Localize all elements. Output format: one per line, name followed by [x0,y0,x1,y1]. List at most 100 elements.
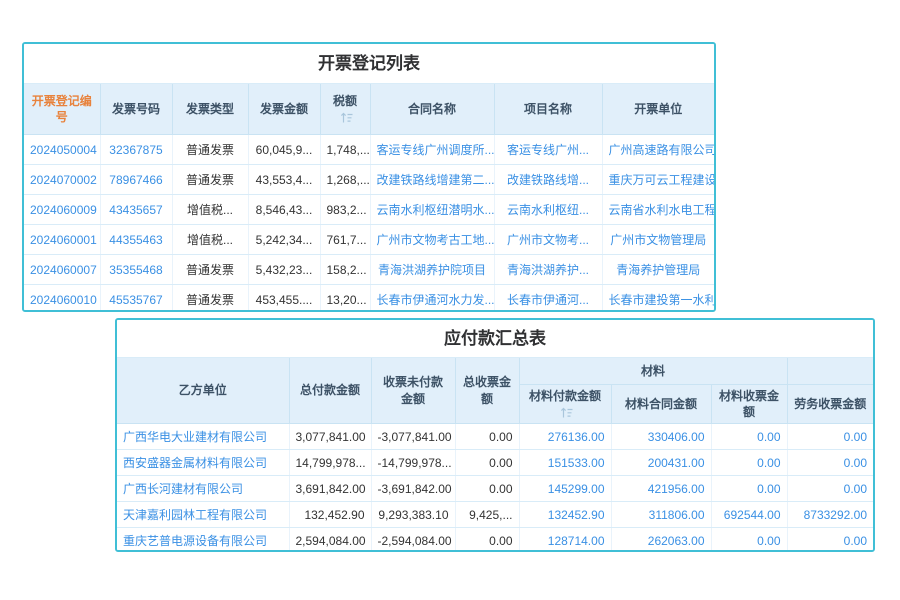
total-receipt-cell: 0.00 [455,475,520,502]
col-header-billing-unit: 开票单位 [602,84,714,135]
invoice-amount-cell: 5,242,34... [248,224,321,255]
material-contract-cell[interactable]: 330406.00 [611,423,712,450]
project-name-cell[interactable]: 改建铁路线增... [494,164,603,195]
labor-receipt-cell[interactable]: 0.00 [787,423,873,450]
table-row: 西安盛器金属材料有限公司 14,799,978... -14,799,978..… [117,449,873,476]
unpaid-receipt-cell: -2,594,084.00 [371,527,456,550]
billing-unit-cell[interactable]: 长春市建投第一水利... [602,284,714,310]
col-header-material-payment[interactable]: 材料付款金额 [519,384,612,424]
material-payment-cell[interactable]: 132452.90 [519,501,612,528]
project-name-cell[interactable]: 客运专线广州... [494,134,603,165]
invoice-amount-cell: 60,045,9... [248,134,321,165]
reg-no-cell[interactable]: 2024060010 [24,284,101,310]
sort-icon[interactable] [560,407,573,419]
material-payment-label: 材料付款金额 [528,388,601,403]
total-payment-cell: 3,077,841.00 [289,423,372,450]
invoice-no-cell[interactable]: 43435657 [100,194,173,225]
material-contract-cell[interactable]: 311806.00 [611,501,712,528]
reg-no-cell[interactable]: 2024060007 [24,254,101,285]
project-name-cell[interactable]: 广州市文物考... [494,224,603,255]
material-receipt-cell[interactable]: 0.00 [711,449,788,476]
labor-receipt-cell[interactable]: 0.00 [787,449,873,476]
total-payment-cell: 2,594,084.00 [289,527,372,550]
col-header-spacer [787,358,873,385]
unpaid-receipt-cell: -3,691,842.00 [371,475,456,502]
invoice-no-cell[interactable]: 45535767 [100,284,173,310]
total-receipt-cell: 0.00 [455,527,520,550]
col-header-project-name: 项目名称 [494,84,603,135]
material-receipt-cell[interactable]: 0.00 [711,527,788,550]
tax-amount-cell: 761,7... [320,224,371,255]
party-cell[interactable]: 天津嘉利园林工程有限公司 [117,501,290,528]
material-payment-cell[interactable]: 128714.00 [519,527,612,550]
invoice-type-cell: 普通发票 [172,254,249,285]
payable-header-group-row: 乙方单位 总付款金额 收票未付款金额 总收票金额 材料 [117,358,873,424]
party-cell[interactable]: 西安盛器金属材料有限公司 [117,449,290,476]
labor-receipt-cell[interactable]: 8733292.00 [787,501,873,528]
contract-name-cell[interactable]: 青海洪湖养护院项目 [370,254,495,285]
contract-name-cell[interactable]: 广州市文物考古工地... [370,224,495,255]
material-contract-cell[interactable]: 200431.00 [611,449,712,476]
total-receipt-cell: 0.00 [455,423,520,450]
payable-summary-table: 乙方单位 总付款金额 收票未付款金额 总收票金额 材料 材料付款金额 材料合同金… [117,358,873,550]
party-cell[interactable]: 广西华电大业建材有限公司 [117,423,290,450]
material-receipt-cell[interactable]: 692544.00 [711,501,788,528]
reg-no-cell[interactable]: 2024070002 [24,164,101,195]
billing-unit-cell[interactable]: 云南省水利水电工程... [602,194,714,225]
col-header-contract-name: 合同名称 [370,84,495,135]
col-group-header-material: 材料 [519,358,788,385]
table-row: 2024060001 44355463 增值税... 5,242,34... 7… [24,224,714,255]
invoice-no-cell[interactable]: 44355463 [100,224,173,255]
invoice-register-table: 开票登记编号 发票号码 发票类型 发票金额 税额 合同名称 项目名称 开票单位 … [24,84,714,310]
contract-name-cell[interactable]: 长春市伊通河水力发... [370,284,495,310]
material-contract-cell[interactable]: 262063.00 [611,527,712,550]
col-header-unpaid-receipt: 收票未付款金额 [371,358,456,424]
invoice-no-cell[interactable]: 32367875 [100,134,173,165]
table-row: 2024060009 43435657 增值税... 8,546,43... 9… [24,194,714,225]
table-row: 广西长河建材有限公司 3,691,842.00 -3,691,842.00 0.… [117,475,873,502]
col-header-party: 乙方单位 [117,358,290,424]
invoice-amount-cell: 43,553,4... [248,164,321,195]
project-name-cell[interactable]: 长春市伊通河... [494,284,603,310]
unpaid-receipt-cell: 9,293,383.10 [371,501,456,528]
billing-unit-cell[interactable]: 广州市文物管理局 [602,224,714,255]
material-receipt-cell[interactable]: 0.00 [711,423,788,450]
payable-summary-panel: 应付款汇总表 乙方单位 总付款金额 收票未付款金额 总收票金额 材料 材料付款金… [115,318,875,552]
party-cell[interactable]: 重庆艺普电源设备有限公司 [117,527,290,550]
billing-unit-cell[interactable]: 青海养护管理局 [602,254,714,285]
reg-no-cell[interactable]: 2024050004 [24,134,101,165]
material-payment-cell[interactable]: 145299.00 [519,475,612,502]
total-receipt-cell: 0.00 [455,449,520,476]
party-cell[interactable]: 广西长河建材有限公司 [117,475,290,502]
col-header-tax-amount[interactable]: 税额 [320,84,371,135]
project-name-cell[interactable]: 青海洪湖养护... [494,254,603,285]
tax-amount-cell: 13,20... [320,284,371,310]
project-name-cell[interactable]: 云南水利枢纽... [494,194,603,225]
table-row: 广西华电大业建材有限公司 3,077,841.00 -3,077,841.00 … [117,423,873,450]
contract-name-cell[interactable]: 云南水利枢纽潜明水... [370,194,495,225]
invoice-table-title: 开票登记列表 [24,44,714,84]
billing-unit-cell[interactable]: 重庆万可云工程建设... [602,164,714,195]
reg-no-cell[interactable]: 2024060001 [24,224,101,255]
invoice-type-cell: 增值税... [172,194,249,225]
col-header-total-payment: 总付款金额 [289,358,372,424]
table-row: 2024060007 35355468 普通发票 5,432,23... 158… [24,254,714,285]
labor-receipt-cell[interactable]: 0.00 [787,527,873,550]
invoice-type-cell: 增值税... [172,224,249,255]
material-contract-cell[interactable]: 421956.00 [611,475,712,502]
invoice-no-cell[interactable]: 78967466 [100,164,173,195]
unpaid-receipt-cell: -14,799,978... [371,449,456,476]
col-header-labor-receipt: 劳务收票金额 [787,384,873,424]
material-payment-cell[interactable]: 276136.00 [519,423,612,450]
col-header-invoice-type: 发票类型 [172,84,249,135]
material-receipt-cell[interactable]: 0.00 [711,475,788,502]
contract-name-cell[interactable]: 客运专线广州调度所... [370,134,495,165]
labor-receipt-cell[interactable]: 0.00 [787,475,873,502]
contract-name-cell[interactable]: 改建铁路线增建第二... [370,164,495,195]
sort-icon[interactable] [340,112,353,124]
material-payment-cell[interactable]: 151533.00 [519,449,612,476]
col-header-total-receipt: 总收票金额 [455,358,520,424]
billing-unit-cell[interactable]: 广州高速路有限公司 [602,134,714,165]
invoice-no-cell[interactable]: 35355468 [100,254,173,285]
reg-no-cell[interactable]: 2024060009 [24,194,101,225]
